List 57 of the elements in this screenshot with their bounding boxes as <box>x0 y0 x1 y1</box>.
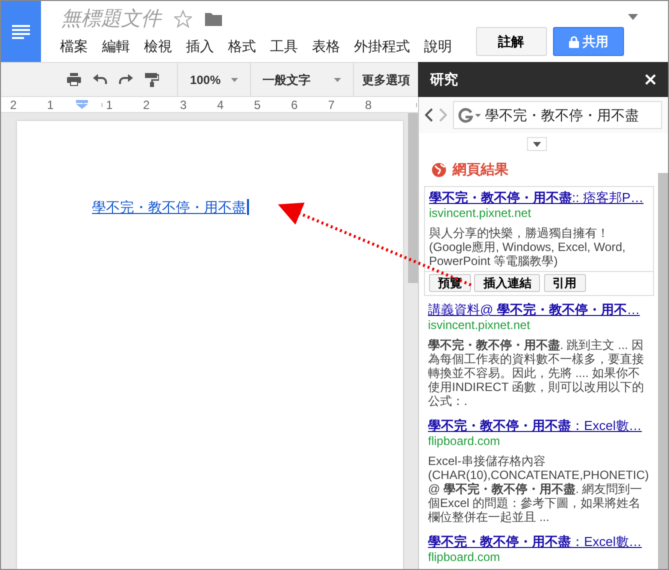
menu-item[interactable]: 插入 <box>179 37 221 55</box>
globe-icon <box>432 162 446 176</box>
google-g-icon <box>457 107 481 123</box>
back-icon[interactable] <box>425 108 433 122</box>
lock-icon <box>568 36 578 48</box>
result-snippet: 與人分享的快樂，勝過獨自擁有！(Google應用, Windows, Excel, Word, PowerPoint 等電腦教學) <box>429 226 627 268</box>
ruler-number: 8 <box>364 98 373 112</box>
result-url: flipboard.com <box>428 550 502 565</box>
menu-item[interactable]: 外掛程式 <box>347 37 417 55</box>
print-icon <box>67 72 81 86</box>
caret-icon[interactable] <box>628 14 638 20</box>
ruler-number: 1 <box>46 98 55 112</box>
ruler-number: 2 <box>142 98 151 112</box>
menu-item[interactable]: 表格 <box>305 37 347 55</box>
scrollbar[interactable] <box>658 173 668 569</box>
caret-icon <box>532 142 540 146</box>
menu-item[interactable]: 檔案 <box>53 37 95 55</box>
caret-icon <box>230 78 238 82</box>
more-button[interactable]: 更多選項 <box>354 70 418 88</box>
expand-button[interactable] <box>526 137 546 151</box>
redo-icon <box>119 72 133 86</box>
menu-item[interactable]: 工具 <box>263 37 305 55</box>
folder-icon[interactable] <box>205 12 222 26</box>
scrollbar[interactable] <box>408 113 418 283</box>
menu-item[interactable]: 說明 <box>417 37 459 55</box>
paint-format-icon <box>145 72 159 86</box>
result-url: isvincent.pixnet.net <box>428 318 532 333</box>
menu-item[interactable]: 檢視 <box>137 37 179 55</box>
action-button[interactable]: 引用 <box>544 274 586 292</box>
star-icon[interactable] <box>174 10 192 28</box>
ruler-number: 4 <box>216 98 225 112</box>
result-snippet: 學不完・教不停・用不盡. 跳到主文 ... 因為每個工作表的資料數不一樣多，要直接轉換並不容易。因此，先將 .... 如果你不使用INDIRECT 函數，則可以改用以下的公式：. <box>428 338 645 408</box>
style-dropdown[interactable]: 一般文字 <box>250 70 354 88</box>
menu-item[interactable]: 編輯 <box>95 37 137 55</box>
undo-icon <box>93 72 107 86</box>
result-url: flipboard.com <box>428 434 502 449</box>
ruler-number: 2 <box>9 98 18 112</box>
search-field[interactable]: 學不完・教不停・用不盡 <box>453 101 662 129</box>
indent-marker-icon[interactable] <box>76 100 88 109</box>
document-link[interactable]: 學不完・教不停・用不盡 <box>92 199 249 215</box>
caret-icon <box>334 78 342 82</box>
ruler-number: 1 <box>105 98 114 112</box>
ruler-number: 5 <box>253 98 262 112</box>
ruler-number: 7 <box>327 98 336 112</box>
comments-button[interactable]: 註解 <box>476 27 546 56</box>
section-heading: 網頁結果 <box>452 160 508 179</box>
ruler-number: 3 <box>179 98 188 112</box>
result-url: isvincent.pixnet.net <box>429 206 532 221</box>
result-snippet: Excel-串接儲存格內容(CHAR(10),CONCATENATE,PHONETIC) @ 學不完・教不停・用不盡. 網友問到一個Excel 的問題：參考下圖，如果將姓名欄位整併在一起並且 ... <box>428 454 650 524</box>
menu-icon <box>12 24 30 38</box>
panel-title: 研究 <box>430 70 458 89</box>
ruler-number: 6 <box>290 98 299 112</box>
action-button[interactable]: 插入連結 <box>474 274 540 292</box>
menu-item[interactable]: 格式 <box>221 37 263 55</box>
docs-logo[interactable] <box>1 1 41 62</box>
zoom-dropdown[interactable]: 100% <box>178 70 250 88</box>
close-icon[interactable] <box>645 74 656 85</box>
